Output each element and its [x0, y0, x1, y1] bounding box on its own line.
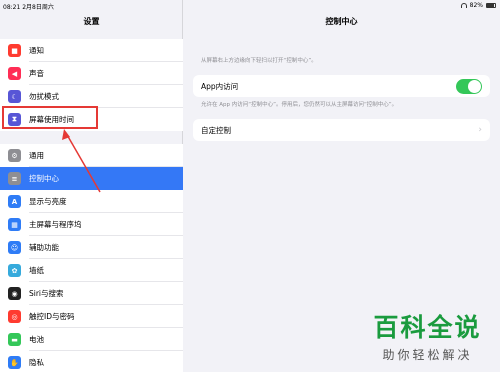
watermark-title: 百科全说	[373, 313, 482, 342]
chevron-right-icon: ›	[478, 125, 482, 135]
app-access-row: App内访问	[193, 75, 490, 97]
customize-controls-label: 自定控制	[201, 125, 231, 135]
watermark-subtitle: 助你轻松解决	[382, 348, 473, 362]
customize-controls-row[interactable]: 自定控制 ›	[193, 119, 490, 141]
page-title: 控制中心	[325, 17, 358, 26]
app-access-toggle[interactable]	[456, 78, 482, 94]
app-access-hint: 允许在 App 内访问“控制中心”。停用后，您仍然可以从主屏幕访问“控制中心”。	[201, 102, 398, 108]
app-access-label: App内访问	[201, 81, 239, 91]
control-center-description: 从屏幕右上方边缘向下轻扫以打开“控制中心”。	[201, 58, 317, 64]
watermark: 百科全说 助你轻松解决	[365, 308, 490, 366]
